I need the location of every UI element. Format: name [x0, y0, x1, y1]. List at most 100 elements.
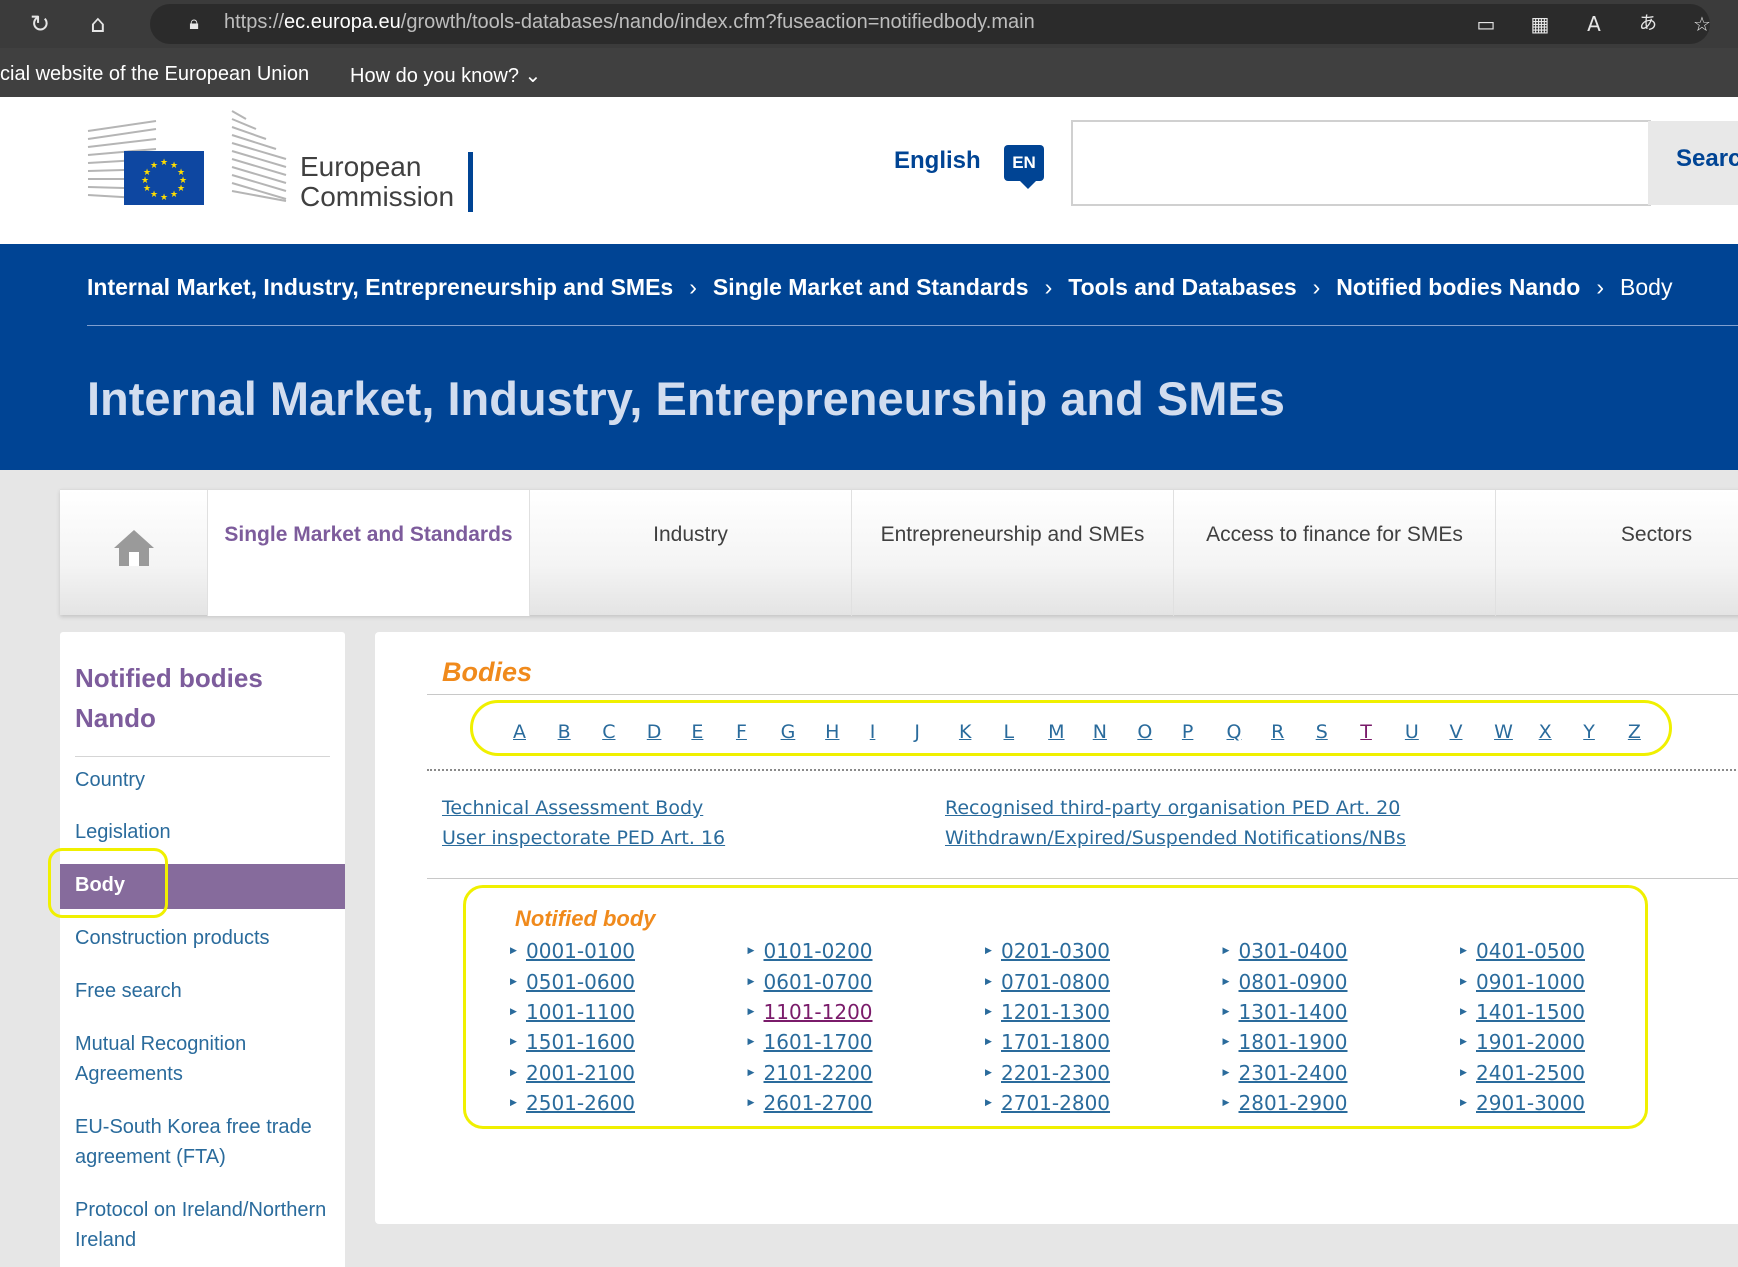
range-item: ▶ 0501-0600	[510, 966, 748, 996]
nav-access-to-finance[interactable]: Access to finance for SMEs	[1174, 490, 1496, 616]
range-link[interactable]: 0801-0900	[1239, 970, 1348, 994]
translate-icon[interactable]: あ	[1632, 8, 1664, 40]
nav-single-market[interactable]: Single Market and Standards	[208, 490, 530, 616]
favorites-icon[interactable]: ☆	[1686, 8, 1718, 40]
range-link[interactable]: 0001-0100	[526, 939, 635, 963]
recognised-third-party-link[interactable]: Recognised third-party organisation PED …	[945, 797, 1400, 819]
sidebar-item-free-search[interactable]: Free search	[75, 976, 340, 1006]
letter-link[interactable]: E	[691, 721, 736, 743]
letter-link[interactable]: R	[1271, 721, 1316, 743]
letter-link[interactable]: P	[1182, 721, 1227, 743]
breadcrumb-item[interactable]: Internal Market, Industry, Entrepreneurs…	[87, 274, 673, 301]
range-link[interactable]: 0701-0800	[1001, 970, 1110, 994]
apps-icon[interactable]: ▦	[1524, 8, 1556, 40]
breadcrumb-item[interactable]: Tools and Databases	[1068, 274, 1296, 301]
nav-sectors[interactable]: Sectors	[1496, 490, 1738, 616]
read-aloud-icon[interactable]: A	[1578, 8, 1610, 40]
language-selector[interactable]: English	[894, 147, 981, 175]
range-link[interactable]: 1701-1800	[1001, 1030, 1110, 1054]
letter-link[interactable]: Y	[1583, 721, 1628, 743]
range-link[interactable]: 0901-1000	[1476, 970, 1585, 994]
nav-industry[interactable]: Industry	[530, 490, 852, 616]
technical-assessment-body-link[interactable]: Technical Assessment Body	[442, 797, 703, 819]
letter-link[interactable]: B	[558, 721, 603, 743]
breadcrumb-item[interactable]: Single Market and Standards	[713, 274, 1029, 301]
sidebar-item-mutual-recognition[interactable]: Mutual Recognition Agreements	[75, 1029, 275, 1089]
letter-link[interactable]: Q	[1227, 721, 1272, 743]
user-inspectorate-link[interactable]: User inspectorate PED Art. 16	[442, 827, 725, 849]
letter-link[interactable]: F	[736, 721, 781, 743]
range-link[interactable]: 0101-0200	[764, 939, 873, 963]
range-link[interactable]: 1301-1400	[1239, 1000, 1348, 1024]
letter-link[interactable]: I	[870, 721, 915, 743]
range-link[interactable]: 1501-1600	[526, 1030, 635, 1054]
letter-link[interactable]: H	[825, 721, 870, 743]
letter-link[interactable]: X	[1539, 721, 1584, 743]
letter-link[interactable]: W	[1494, 721, 1539, 743]
range-item: ▶ 1901-2000	[1460, 1027, 1698, 1057]
range-link[interactable]: 2901-3000	[1476, 1091, 1585, 1115]
letter-link[interactable]: S	[1316, 721, 1361, 743]
breadcrumb-item[interactable]: Notified bodies Nando	[1336, 274, 1580, 301]
main-panel: Bodies ABCDEFGHIJKLMNOPQRSTUVWXYZ Techni…	[375, 632, 1738, 1224]
sidebar-item-eu-korea-fta[interactable]: EU-South Korea free trade agreement (FTA…	[75, 1112, 335, 1172]
notified-body-ranges: ▶ 0001-0100 ▶ 0101-0200 ▶ 0201-0300 ▶ 0301-0400…	[510, 936, 1698, 1118]
range-link[interactable]: 0601-0700	[764, 970, 873, 994]
range-link[interactable]: 2801-2900	[1239, 1091, 1348, 1115]
range-link[interactable]: 0401-0500	[1476, 939, 1585, 963]
range-link[interactable]: 1101-1200	[764, 1000, 873, 1024]
letter-link[interactable]: U	[1405, 721, 1450, 743]
sidebar-item-country[interactable]: Country	[75, 765, 340, 795]
range-link[interactable]: 1001-1100	[526, 1000, 635, 1024]
letter-link[interactable]: O	[1137, 721, 1182, 743]
letter-link[interactable]: K	[959, 721, 1004, 743]
range-link[interactable]: 1201-1300	[1001, 1000, 1110, 1024]
range-link[interactable]: 1601-1700	[764, 1030, 873, 1054]
device-icon[interactable]: ▭	[1470, 8, 1502, 40]
sidebar-item-ireland-protocol[interactable]: Protocol on Ireland/Northern Ireland	[75, 1195, 345, 1255]
language-code-icon[interactable]: EN	[1004, 145, 1044, 189]
letter-link[interactable]: V	[1449, 721, 1494, 743]
search-button[interactable]: Search	[1648, 121, 1738, 205]
letter-link[interactable]: D	[647, 721, 692, 743]
home-icon[interactable]	[112, 528, 156, 568]
letter-link[interactable]: Z	[1628, 721, 1673, 743]
range-link[interactable]: 2201-2300	[1001, 1061, 1110, 1085]
range-link[interactable]: 2301-2400	[1239, 1061, 1348, 1085]
range-link[interactable]: 2101-2200	[764, 1061, 873, 1085]
letter-link[interactable]: A	[513, 721, 558, 743]
bullet-arrow-icon: ▶	[747, 1067, 755, 1078]
how-do-you-know-link[interactable]: How do you know? ⌄	[350, 63, 541, 88]
letter-link[interactable]: C	[602, 721, 647, 743]
eu-official-bar: cial website of the European Union How d…	[0, 48, 1738, 97]
range-link[interactable]: 2501-2600	[526, 1091, 635, 1115]
sidebar-item-legislation[interactable]: Legislation	[75, 817, 340, 847]
letter-link[interactable]: T	[1360, 721, 1405, 743]
range-link[interactable]: 2601-2700	[764, 1091, 873, 1115]
range-link[interactable]: 1801-1900	[1239, 1030, 1348, 1054]
range-link[interactable]: 0501-0600	[526, 970, 635, 994]
letter-link[interactable]: N	[1093, 721, 1138, 743]
nav-entrepreneurship[interactable]: Entrepreneurship and SMEs	[852, 490, 1174, 616]
refresh-icon[interactable]: ↻	[24, 8, 56, 40]
range-link[interactable]: 2001-2100	[526, 1061, 635, 1085]
letter-link[interactable]: M	[1048, 721, 1093, 743]
home-icon[interactable]: ⌂	[82, 8, 114, 40]
sidebar-title[interactable]: Notified bodies Nando	[75, 658, 285, 738]
withdrawn-notifications-link[interactable]: Withdrawn/Expired/Suspended Notification…	[945, 827, 1406, 849]
search-input[interactable]	[1071, 120, 1651, 206]
url-text[interactable]: https://ec.europa.eu/growth/tools-databa…	[224, 11, 1035, 34]
letter-link[interactable]: G	[781, 721, 826, 743]
sidebar-item-construction-products[interactable]: Construction products	[75, 923, 340, 953]
body-highlight-annotation	[48, 848, 168, 918]
letter-link[interactable]: J	[914, 721, 959, 743]
range-link[interactable]: 2701-2800	[1001, 1091, 1110, 1115]
range-link[interactable]: 1901-2000	[1476, 1030, 1585, 1054]
bullet-arrow-icon: ▶	[510, 1067, 517, 1078]
range-link[interactable]: 2401-2500	[1476, 1061, 1585, 1085]
letter-link[interactable]: L	[1004, 721, 1049, 743]
range-link[interactable]: 0201-0300	[1001, 939, 1110, 963]
nav-home[interactable]	[60, 490, 208, 616]
range-link[interactable]: 1401-1500	[1476, 1000, 1585, 1024]
range-link[interactable]: 0301-0400	[1239, 939, 1348, 963]
